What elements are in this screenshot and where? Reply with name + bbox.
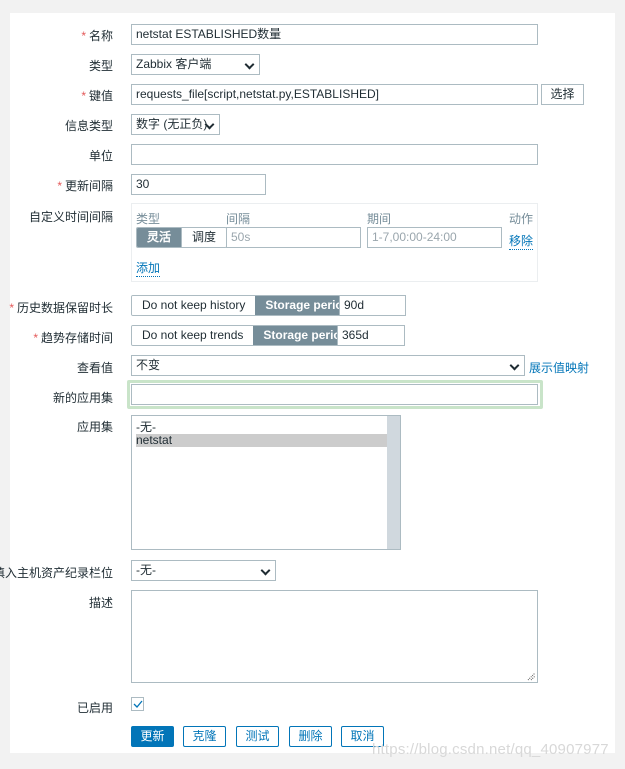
item-form-panel: * 名称 netstat ESTABLISHED数量 类型 Zabbix 客户端 … — [0, 13, 615, 753]
application-option-netstat[interactable]: netstat — [136, 434, 387, 447]
history-label: * 历史数据保留时长 — [9, 301, 113, 315]
resize-handle-icon[interactable] — [527, 672, 536, 681]
clone-button[interactable]: 克隆 — [183, 726, 226, 747]
info-type-label: 信息类型 — [64, 119, 113, 133]
chevron-down-icon — [260, 565, 271, 576]
remove-link[interactable]: 移除 — [509, 232, 534, 250]
key-input[interactable]: requests_file[script,netstat.py,ESTABLIS… — [131, 84, 538, 105]
checkmark-icon — [133, 700, 143, 708]
description-label: 描述 — [88, 596, 113, 610]
type-select[interactable]: Zabbix 客户端 — [131, 54, 260, 75]
delete-button[interactable]: 删除 — [289, 726, 332, 747]
history-mode-toggle: Do not keep history Storage period — [131, 295, 362, 316]
col-header-type: 类型 — [136, 212, 161, 226]
interval-input[interactable]: 50s — [226, 227, 361, 248]
enabled-label: 已启用 — [76, 701, 113, 715]
update-interval-label: * 更新间隔 — [57, 179, 113, 193]
required-mark: * — [81, 89, 86, 103]
interval-type-toggle: 灵活 调度 — [136, 227, 228, 248]
required-mark: * — [9, 301, 14, 315]
update-button[interactable]: 更新 — [131, 726, 174, 747]
applications-listbox[interactable]: -无- netstat — [131, 415, 401, 550]
history-period-input[interactable]: 90d — [339, 295, 406, 316]
period-input[interactable]: 1-7,00:00-24:00 — [367, 227, 502, 248]
update-interval-input[interactable]: 30 — [131, 174, 266, 195]
trends-mode-toggle: Do not keep trends Storage period — [131, 325, 360, 346]
info-type-select[interactable]: 数字 (无正负) — [131, 114, 220, 135]
trends-period-input[interactable]: 365d — [337, 325, 405, 346]
new-application-input[interactable] — [131, 384, 538, 405]
inventory-field-label: 填入主机资产纪录栏位 — [0, 566, 113, 580]
test-button[interactable]: 测试 — [236, 726, 279, 747]
col-header-action: 动作 — [509, 212, 534, 226]
name-input[interactable]: netstat ESTABLISHED数量 — [131, 24, 538, 45]
units-input[interactable] — [131, 144, 538, 165]
watermark: https://blog.csdn.net/qq_40907977 — [372, 741, 609, 758]
chevron-down-icon — [509, 360, 520, 371]
type-label: 类型 — [88, 59, 113, 73]
chevron-down-icon — [244, 59, 255, 70]
trends-label: * 趋势存储时间 — [33, 331, 113, 345]
required-mark: * — [33, 331, 38, 345]
select-key-button[interactable]: 选择 — [541, 84, 584, 105]
inventory-field-select[interactable]: -无- — [131, 560, 276, 581]
trends-do-not-keep-option[interactable]: Do not keep trends — [132, 326, 254, 345]
applications-label: 应用集 — [76, 420, 113, 434]
custom-intervals-label: 自定义时间间隔 — [28, 210, 113, 224]
name-label: * 名称 — [81, 29, 113, 43]
history-do-not-keep-option[interactable]: Do not keep history — [132, 296, 256, 315]
new-application-label: 新的应用集 — [52, 391, 113, 405]
listbox-scrollbar[interactable] — [387, 416, 400, 549]
custom-intervals-table: 类型 间隔 期间 动作 灵活 调度 50s 1-7,00:00-24:00 移除… — [131, 203, 538, 282]
col-header-interval: 间隔 — [226, 212, 251, 226]
type-flexible-option[interactable]: 灵活 — [137, 228, 182, 247]
show-value-mappings-link[interactable]: 展示值映射 — [529, 359, 589, 376]
required-mark: * — [57, 179, 62, 193]
key-label: * 键值 — [81, 89, 113, 103]
required-mark: * — [81, 29, 86, 43]
add-interval-link[interactable]: 添加 — [136, 259, 161, 277]
col-header-period: 期间 — [367, 212, 392, 226]
type-scheduling-option[interactable]: 调度 — [181, 228, 227, 247]
show-value-select[interactable]: 不变 — [131, 355, 525, 376]
units-label: 单位 — [88, 149, 113, 163]
enabled-checkbox[interactable] — [131, 697, 144, 711]
show-value-label: 查看值 — [76, 361, 113, 375]
description-textarea[interactable] — [131, 590, 538, 683]
